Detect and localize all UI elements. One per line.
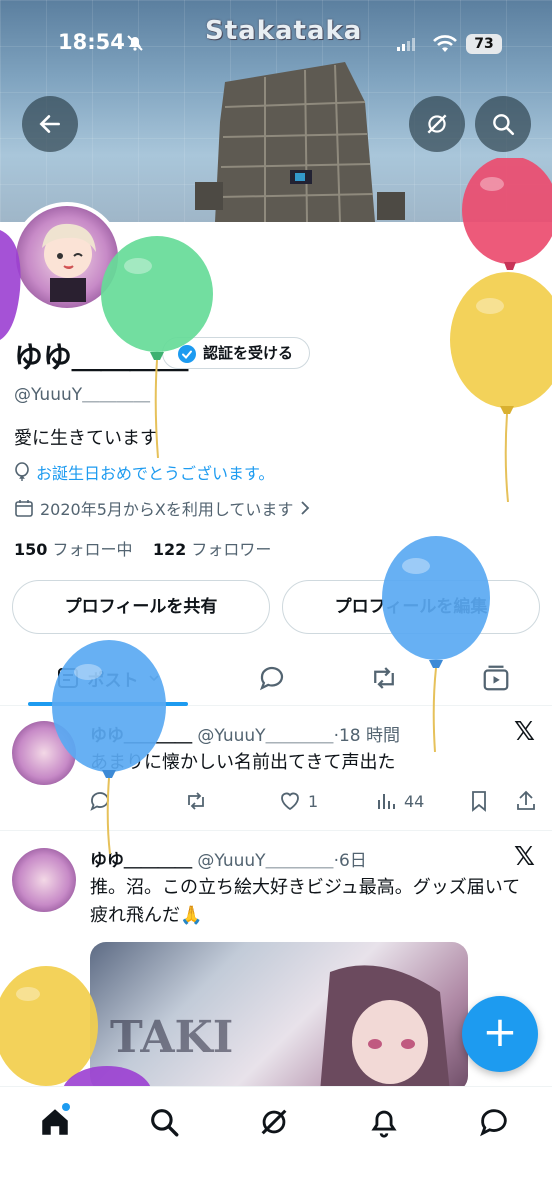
post-author-handle: @YuuuY＿＿＿＿ [197, 726, 334, 746]
like-count: 1 [308, 791, 319, 811]
tab-posts-label: ポスト [87, 670, 139, 691]
post-text: あまりに懐かしい名前出てきて声出た [90, 752, 396, 773]
post-time: 6日 [338, 851, 367, 871]
bell-off-icon [127, 35, 143, 51]
avatar-image [16, 206, 118, 308]
media-character-icon [320, 965, 450, 1092]
avatar-character-icon [42, 223, 96, 302]
post-media-image[interactable]: TAKI [90, 942, 468, 1092]
post-author-name: ゆゆ＿＿＿＿ [90, 851, 192, 871]
post-header: ゆゆ＿＿＿＿ @YuuuY＿＿＿＿·6日 [90, 846, 367, 871]
search-icon [493, 114, 515, 136]
share-icon [517, 790, 535, 810]
grok-button[interactable] [409, 96, 465, 152]
search-icon[interactable] [147, 1105, 181, 1139]
messages-icon[interactable] [477, 1105, 511, 1139]
post-actions: 1 44 [88, 789, 542, 813]
heart-icon [281, 792, 299, 811]
joined-text: 2020年5月からXを利用しています [40, 500, 294, 519]
reply-icon [90, 792, 109, 811]
back-button[interactable] [22, 96, 78, 152]
reply-icon [259, 666, 284, 691]
chevron-down-icon [148, 675, 159, 682]
notifications-icon[interactable] [367, 1105, 401, 1139]
followers-link[interactable]: 122 フォロワー [153, 540, 272, 559]
bottom-navigation [0, 1086, 552, 1200]
follow-stats: 150 フォロー中 122 フォロワー [14, 536, 271, 560]
grok-icon[interactable] [257, 1105, 291, 1139]
followers-count: 122 [152, 540, 187, 559]
following-label: フォロー中 [52, 540, 133, 559]
profile-tabs: ポスト [0, 650, 552, 706]
media-icon [483, 665, 509, 691]
posts-icon [57, 668, 78, 688]
search-button[interactable] [475, 96, 531, 152]
repost-icon [188, 792, 204, 810]
grok-icon [427, 114, 447, 134]
status-bar: 18:54 73 [0, 0, 552, 90]
share-profile-button[interactable]: プロフィールを共有 [12, 580, 270, 634]
profile-bio: 愛に生きています [14, 428, 158, 449]
profile-avatar[interactable] [12, 202, 122, 312]
tab-replies[interactable] [222, 650, 322, 706]
battery-indicator: 73 [466, 34, 502, 54]
compose-post-button[interactable]: + [462, 996, 538, 1072]
wifi-icon [433, 35, 457, 52]
post-item[interactable]: ゆゆ＿＿＿＿ @YuuuY＿＿＿＿·18 時間 𝕏 あまりに懐かしい名前出てきて… [0, 707, 552, 831]
share-button[interactable] [514, 789, 538, 813]
balloon-icon [15, 462, 29, 481]
x-logo-icon[interactable]: 𝕏 [514, 717, 535, 747]
calendar-icon [15, 500, 33, 517]
views-icon [378, 794, 395, 809]
post-avatar[interactable] [12, 721, 76, 785]
post-header: ゆゆ＿＿＿＿ @YuuuY＿＿＿＿·18 時間 [90, 721, 400, 746]
bookmark-button[interactable] [468, 789, 490, 813]
profile-handle: @YuuuY＿＿＿＿ [14, 385, 151, 405]
edit-profile-button[interactable]: プロフィールを編集 [282, 580, 540, 634]
reply-button[interactable] [88, 789, 112, 813]
post-avatar[interactable] [12, 848, 76, 912]
birthday-text: お誕生日おめでとうございます。 [36, 464, 275, 483]
following-count: 150 [14, 540, 48, 559]
following-link[interactable]: 150 フォロー中 [14, 540, 133, 559]
get-verified-button[interactable]: 認証を受ける [162, 337, 311, 369]
home-notification-dot [62, 1103, 70, 1111]
post-author-name: ゆゆ＿＿＿＿ [90, 726, 192, 746]
chevron-right-icon [301, 501, 310, 515]
post-author-handle: @YuuuY＿＿＿＿ [197, 851, 334, 871]
status-time: 18:54 [58, 30, 125, 54]
balloon-yellow-icon [450, 272, 552, 502]
media-caption: TAKI [110, 1012, 234, 1063]
views-count: 44 [404, 791, 425, 811]
tab-reposts[interactable] [334, 650, 434, 706]
x-logo-icon[interactable]: 𝕏 [514, 842, 535, 872]
tab-posts[interactable]: ポスト [28, 650, 188, 706]
bookmark-icon [472, 791, 486, 812]
verified-badge-icon [178, 345, 196, 363]
post-text: 推。沼。この立ち絵大好きビジュ最高。グッズ届いて疲れ飛んだ🙏 [90, 877, 521, 926]
tab-media[interactable] [446, 650, 546, 706]
like-button[interactable]: 1 [278, 789, 318, 813]
repost-icon [374, 667, 394, 689]
birthday-row[interactable]: お誕生日おめでとうございます。 [14, 460, 274, 484]
post-time: 18 時間 [338, 726, 401, 746]
arrow-left-icon [39, 115, 60, 133]
followers-label: フォロワー [191, 540, 272, 559]
views-button[interactable]: 44 [374, 789, 424, 813]
get-verified-label: 認証を受ける [203, 344, 294, 362]
repost-button[interactable] [184, 789, 208, 813]
signal-icon [397, 38, 415, 51]
active-tab-indicator [28, 702, 188, 706]
joined-row[interactable]: 2020年5月からXを利用しています [14, 496, 311, 520]
